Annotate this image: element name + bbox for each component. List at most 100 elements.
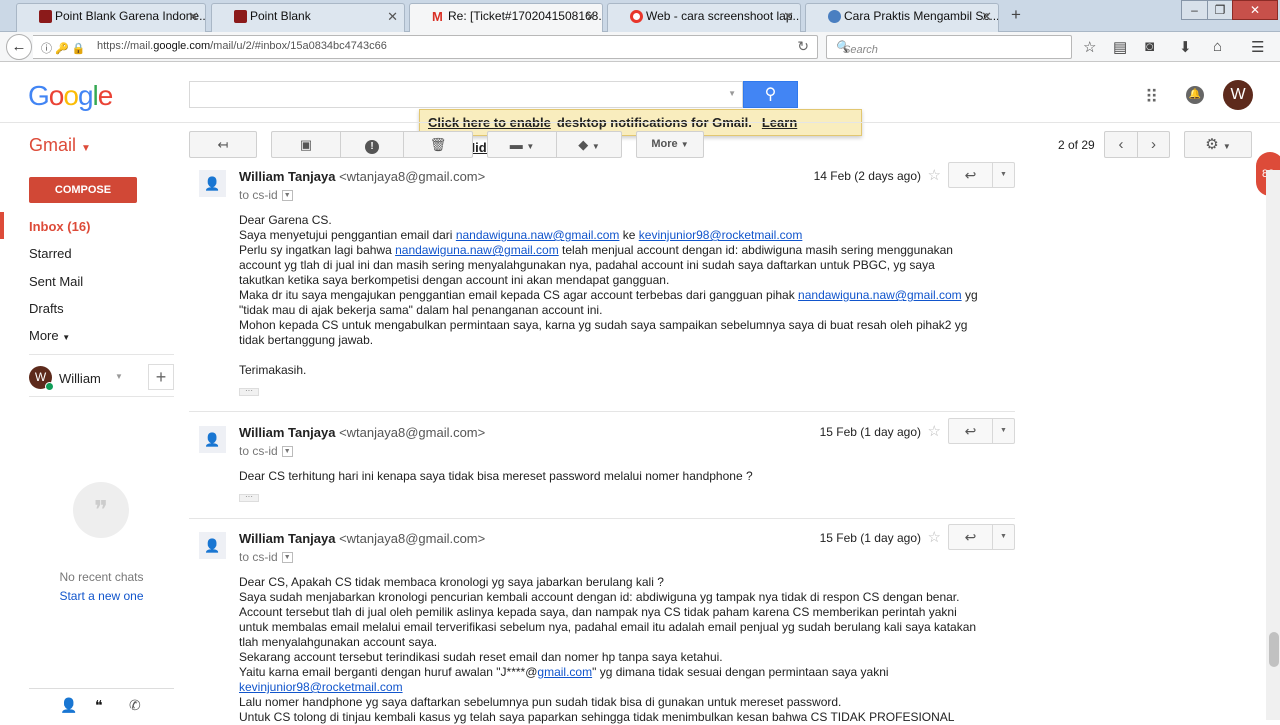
menu-icon[interactable]: ☰ (1251, 38, 1264, 56)
url-bar[interactable]: ⓘ 🔑 🔒 https://mail.google.com/mail/u/2/#… (33, 35, 818, 59)
reply-icon: ↩ (964, 167, 977, 183)
mail-search-input[interactable]: ▼ (189, 81, 743, 108)
labels-button[interactable]: ◆ ▼ (556, 131, 622, 158)
email-link[interactable]: kevinjunior98@rocketmail.com (239, 680, 403, 694)
reload-icon[interactable]: ↻ (797, 38, 809, 55)
delete-button[interactable]: 🗑 (403, 131, 473, 158)
window-close-icon[interactable]: ✕ (1232, 0, 1278, 20)
sender-name[interactable]: William Tanjaya <wtanjaya8@gmail.com> (239, 169, 485, 184)
chevron-down-icon[interactable]: ▼ (728, 89, 736, 98)
header-divider (0, 122, 1280, 123)
pocket-icon[interactable]: ◙ (1145, 38, 1154, 55)
maximize-icon[interactable]: ❐ (1207, 0, 1233, 20)
no-chats-text: No recent chats (59, 570, 144, 584)
email-link[interactable]: nandawiguna.naw@gmail.com (395, 243, 559, 257)
show-trimmed-content[interactable]: ··· (239, 493, 259, 502)
sidebar-item-starred[interactable]: Starred (29, 246, 72, 261)
browser-tab[interactable]: Point Blank Garena Indone... ✕ (16, 3, 206, 32)
close-icon[interactable]: ✕ (188, 4, 199, 29)
star-icon[interactable]: ☆ (928, 528, 941, 546)
close-icon[interactable]: ✕ (585, 4, 596, 29)
newer-button[interactable]: ‹ (1104, 131, 1138, 158)
search-button[interactable]: ⚲ (743, 81, 798, 108)
scrollbar-thumb[interactable] (1269, 632, 1279, 667)
browser-tab-active[interactable]: M Re: [Ticket#1702041508168... ✕ (409, 3, 603, 33)
sender-name[interactable]: William Tanjaya <wtanjaya8@gmail.com> (239, 531, 485, 546)
email-link[interactable]: kevinjunior98@rocketmail.com (639, 228, 803, 242)
account-avatar[interactable]: W (1223, 80, 1253, 110)
download-icon[interactable]: ⬇ (1179, 38, 1192, 56)
chevron-down-icon[interactable]: ▼ (281, 446, 293, 458)
star-icon[interactable]: ☆ (928, 422, 941, 440)
tab-favicon (828, 10, 841, 23)
chevron-down-icon: ▼ (1000, 427, 1007, 434)
hangouts-icon[interactable]: ❝ (95, 697, 103, 714)
notifications-bell-icon[interactable]: 🔔 (1186, 86, 1204, 104)
browser-tab[interactable]: Web - cara screenshoot lap... ✕ (607, 3, 801, 32)
chevron-down-icon[interactable]: ▼ (281, 552, 293, 564)
close-icon[interactable]: ✕ (387, 4, 398, 29)
reply-button[interactable]: ↩ (948, 418, 993, 444)
browser-tab[interactable]: Point Blank ✕ (211, 3, 405, 32)
new-tab-icon[interactable]: + (1006, 5, 1026, 25)
sidebar-divider (29, 396, 174, 397)
move-to-button[interactable]: ▬ ▼ (487, 131, 557, 158)
sender-name[interactable]: William Tanjaya <wtanjaya8@gmail.com> (239, 425, 485, 440)
message-date: 14 Feb (2 days ago) (813, 169, 921, 183)
chevron-down-icon[interactable]: ▼ (115, 372, 123, 381)
close-icon[interactable]: ✕ (783, 4, 794, 29)
folder-icon: ▬ (509, 137, 523, 152)
trash-icon: 🗑 (429, 137, 447, 152)
message: 👤 William Tanjaya <wtanjaya8@gmail.com> … (189, 160, 1015, 415)
email-link[interactable]: gmail.com (537, 665, 592, 679)
archive-button[interactable]: ▣ (271, 131, 341, 158)
email-link[interactable]: nandawiguna.naw@gmail.com (798, 288, 962, 302)
more-options-button[interactable]: ▼ (993, 524, 1015, 550)
tab-title: Point Blank Garena Indone... (55, 9, 206, 23)
sidebar-item-inbox[interactable]: Inbox (16) (29, 219, 90, 234)
browser-search-input[interactable]: 🔍 Search (826, 35, 1072, 59)
reading-list-icon[interactable]: ▤ (1113, 38, 1127, 56)
sidebar-item-more[interactable]: More ▼ (29, 328, 70, 343)
reply-button[interactable]: ↩ (948, 162, 993, 188)
apps-grid-icon[interactable]: ⠿ (1145, 87, 1158, 108)
tab-title: Point Blank (250, 9, 311, 23)
phone-icon[interactable]: ✆ (129, 697, 141, 714)
reply-button[interactable]: ↩ (948, 524, 993, 550)
sidebar-item-sent[interactable]: Sent Mail (29, 274, 83, 289)
star-icon[interactable]: ☆ (928, 166, 941, 184)
selected-indicator (0, 212, 4, 239)
google-logo[interactable]: Google (28, 80, 113, 112)
user-name[interactable]: William (59, 371, 101, 386)
tab-title: Web - cara screenshoot lap... (646, 9, 801, 23)
recipients[interactable]: to cs-id ▼ (239, 550, 293, 564)
browser-tab[interactable]: Cara Praktis Mengambil Sc... ✕ (805, 3, 999, 32)
back-to-inbox-button[interactable]: ↤ (189, 131, 257, 158)
recipients[interactable]: to cs-id ▼ (239, 188, 293, 202)
compose-button[interactable]: COMPOSE (29, 177, 137, 203)
new-chat-button[interactable]: + (148, 364, 174, 390)
more-options-button[interactable]: ▼ (993, 162, 1015, 188)
email-link[interactable]: nandawiguna.naw@gmail.com (456, 228, 620, 242)
back-arrow-icon[interactable]: ← (6, 34, 32, 60)
report-spam-button[interactable]: ! (340, 131, 404, 158)
settings-button[interactable]: ⚙ ▼ (1184, 131, 1252, 158)
more-options-button[interactable]: ▼ (993, 418, 1015, 444)
recipients[interactable]: to cs-id ▼ (239, 444, 293, 458)
older-button[interactable]: › (1137, 131, 1170, 158)
bookmark-star-icon[interactable]: ☆ (1083, 38, 1096, 56)
home-icon[interactable]: ⌂ (1213, 38, 1222, 55)
minimize-icon[interactable]: – (1181, 0, 1208, 20)
more-actions-button[interactable]: More ▼ (636, 131, 704, 158)
site-info-icon[interactable]: ⓘ 🔑 🔒 (41, 40, 86, 56)
gmail-menu[interactable]: Gmail ▼ (29, 135, 91, 156)
body-line: Dear Garena CS. (239, 213, 332, 227)
close-icon[interactable]: ✕ (981, 4, 992, 29)
chevron-down-icon[interactable]: ▼ (281, 190, 293, 202)
person-icon[interactable]: 👤 (60, 697, 77, 714)
user-avatar[interactable]: W (29, 366, 54, 391)
body-line: takutkan ketika saya berkompetisi dengan… (239, 273, 670, 287)
sidebar-item-drafts[interactable]: Drafts (29, 301, 64, 316)
show-trimmed-content[interactable]: ··· (239, 387, 259, 396)
start-chat-link[interactable]: Start a new one (29, 589, 174, 603)
